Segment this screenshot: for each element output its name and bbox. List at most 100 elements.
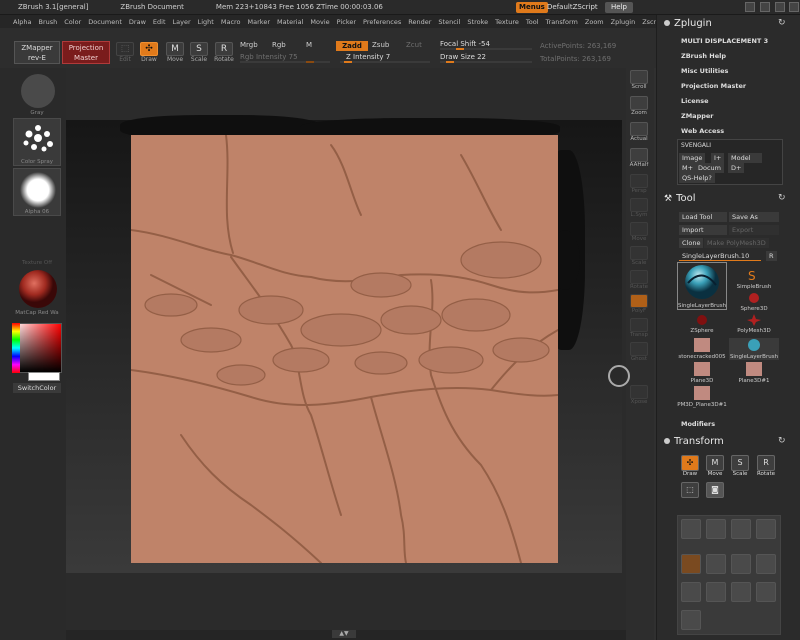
menu-render[interactable]: Render <box>408 18 431 26</box>
scale-button[interactable]: S Scale <box>188 42 210 64</box>
tool-cell-singlelayerbrush-large[interactable]: SingleLayerBrush <box>677 262 727 310</box>
import-button[interactable]: Import <box>679 225 727 235</box>
navigation-sphere-icon[interactable] <box>608 365 630 387</box>
save-as-button[interactable]: Save As <box>729 212 779 222</box>
document-button[interactable]: Docum <box>695 163 725 173</box>
r-button[interactable]: R <box>766 251 777 261</box>
zadd-button[interactable]: Zadd <box>336 41 368 51</box>
rotate-view-button[interactable]: Rotate <box>628 270 650 292</box>
tool-cell-polymesh3d[interactable]: PolyMesh3D <box>729 314 779 334</box>
projection-master-button[interactable]: Projection Master <box>62 41 110 64</box>
close-icon[interactable] <box>789 2 799 12</box>
tool-header[interactable]: ⚒ Tool <box>664 193 696 204</box>
mrgb-button[interactable]: Mrgb <box>240 41 258 49</box>
snapshot-button[interactable]: ◙ <box>705 482 725 508</box>
menu-tool[interactable]: Tool <box>526 18 539 26</box>
zsub-button[interactable]: Zsub <box>372 41 389 49</box>
menu-zplugin[interactable]: Zplugin <box>611 18 636 26</box>
menu-zoom[interactable]: Zoom <box>585 18 604 26</box>
menu-marker[interactable]: Marker <box>248 18 270 26</box>
transform-draw-button[interactable]: ✣ Draw <box>680 455 700 481</box>
load-tool-button[interactable]: Load Tool <box>679 212 727 222</box>
actual-button[interactable]: Actual <box>628 122 650 144</box>
tool-cell-pm3d-plane3d[interactable]: PM3D_Plane3D#1 <box>677 386 727 408</box>
make-polymesh-button[interactable]: Make PolyMesh3D <box>704 238 769 248</box>
menu-item-zmapper[interactable]: ZMapper <box>681 112 714 120</box>
rgb-button[interactable]: Rgb <box>272 41 286 49</box>
hue-strip[interactable] <box>12 323 20 373</box>
rotate-button[interactable]: R Rotate <box>213 42 235 64</box>
modifiers-header[interactable]: Modifiers <box>681 420 715 428</box>
menu-light[interactable]: Light <box>198 18 214 26</box>
menu-layer[interactable]: Layer <box>173 18 191 26</box>
aahalf-button[interactable]: AAHalf <box>628 148 650 170</box>
menu-item-license[interactable]: License <box>681 97 709 105</box>
menu-item-web-access[interactable]: Web Access <box>681 127 724 135</box>
menu-texture[interactable]: Texture <box>495 18 519 26</box>
menu-item-multi-displacement[interactable]: MULTI DISPLACEMENT 3 <box>681 37 768 45</box>
xpose-button[interactable]: Xpose <box>628 385 650 407</box>
move-button[interactable]: M Move <box>164 42 186 64</box>
zplugin-header[interactable]: Zplugin <box>664 18 712 29</box>
maximize-icon[interactable] <box>760 2 770 12</box>
export-button[interactable]: Export <box>729 225 779 235</box>
image-plus-button[interactable]: I+ <box>711 153 725 163</box>
tool-cell-singlelayerbrush-small[interactable]: SingleLayerBrush <box>729 338 779 360</box>
scroll-button[interactable]: Scroll <box>628 70 650 92</box>
scale-view-button[interactable]: Scale <box>628 246 650 268</box>
model-plus-button[interactable]: M+ <box>679 163 697 173</box>
help-button[interactable]: Help <box>605 2 633 13</box>
polyf-button[interactable]: PolyF <box>628 294 650 316</box>
image-button[interactable]: Image <box>679 153 706 163</box>
transform-rotate-button[interactable]: R Rotate <box>756 455 776 481</box>
menu-edit[interactable]: Edit <box>153 18 166 26</box>
menu-brush[interactable]: Brush <box>38 18 57 26</box>
tool-cell-plane3d-1[interactable]: Plane3D#1 <box>729 362 779 384</box>
menu-alpha[interactable]: Alpha <box>13 18 31 26</box>
qs-help-button[interactable]: QS-Help? <box>679 173 715 183</box>
focal-shift-slider[interactable]: Focal Shift -54 <box>440 40 532 50</box>
document-plus-button[interactable]: D+ <box>728 163 745 173</box>
menu-transform[interactable]: Transform <box>546 18 578 26</box>
draw-size-slider[interactable]: Draw Size 22 <box>440 53 532 63</box>
ghost-button[interactable]: Ghost <box>628 342 650 364</box>
transp-button[interactable]: Transp <box>628 318 650 340</box>
refresh-icon[interactable]: ↻ <box>778 18 786 28</box>
menu-stencil[interactable]: Stencil <box>438 18 460 26</box>
m-button[interactable]: M <box>306 41 312 49</box>
transform-scale-button[interactable]: S Scale <box>730 455 750 481</box>
zmapper-button[interactable]: ZMapper rev-E <box>14 41 60 64</box>
edit-transform-button[interactable]: ⬚ <box>680 482 700 508</box>
transform-header[interactable]: Transform <box>664 436 724 447</box>
menu-picker[interactable]: Picker <box>337 18 356 26</box>
edit-button[interactable]: ⬚ Edit <box>114 42 136 64</box>
transform-move-button[interactable]: M Move <box>705 455 725 481</box>
menu-material[interactable]: Material <box>277 18 303 26</box>
lsym-button[interactable]: L.Sym <box>628 198 650 220</box>
menu-movie[interactable]: Movie <box>310 18 329 26</box>
refresh-icon[interactable]: ↻ <box>778 436 786 446</box>
persp-button[interactable]: Persp <box>628 174 650 196</box>
stone-texture-plane[interactable] <box>131 135 558 563</box>
refresh-icon[interactable]: ↻ <box>778 193 786 203</box>
menu-macro[interactable]: Macro <box>221 18 241 26</box>
current-tool-slider[interactable]: SingleLayerBrush.10 <box>679 251 761 261</box>
default-zscript-button[interactable]: DefaultZScript <box>544 2 601 13</box>
tool-cell-sphere3d[interactable]: Sphere3D <box>729 292 779 312</box>
zcut-button[interactable]: Zcut <box>406 41 422 49</box>
menu-stroke[interactable]: Stroke <box>467 18 488 26</box>
material-thumbnail[interactable] <box>13 265 61 313</box>
restore-icon[interactable] <box>775 2 785 12</box>
color-swatch[interactable] <box>28 372 60 381</box>
minimize-icon[interactable] <box>745 2 755 12</box>
menu-draw[interactable]: Draw <box>129 18 146 26</box>
tool-cell-zsphere[interactable]: ZSphere <box>677 314 727 334</box>
model-button[interactable]: Model <box>728 153 762 163</box>
menu-item-projection-master[interactable]: Projection Master <box>681 82 746 90</box>
tool-cell-stonecracked[interactable]: stonecracked005 <box>677 338 727 360</box>
tool-cell-simplebrush[interactable]: S SimpleBrush <box>729 268 779 290</box>
z-intensity-slider[interactable]: Z Intensity 7 <box>340 53 430 63</box>
move-view-button[interactable]: Move <box>628 222 650 244</box>
tool-cell-plane3d[interactable]: Plane3D <box>677 362 727 384</box>
collapse-tray-icon[interactable]: ▲▼ <box>332 630 356 638</box>
